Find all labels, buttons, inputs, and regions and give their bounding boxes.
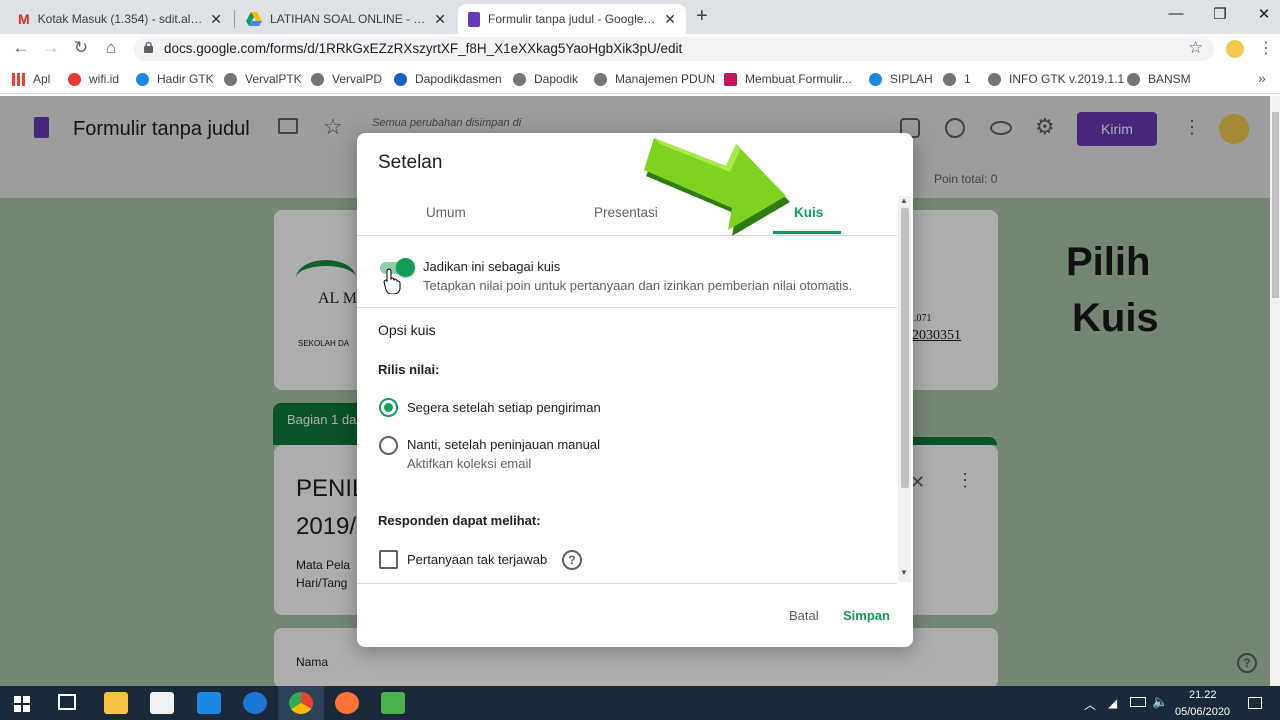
bookmark-pdun[interactable]: Manajemen PDUN [594, 72, 715, 86]
annotation-line-1: Pilih [1066, 240, 1151, 284]
bookmark-dapodikdasmen[interactable]: Dapodikdasmen [394, 72, 502, 86]
tab-drive[interactable]: LATIHAN SOAL ONLINE - Google ✕ [236, 4, 456, 34]
radio-release-manual[interactable] [379, 436, 398, 455]
reload-icon[interactable]: ↻ [70, 38, 92, 58]
help-icon[interactable]: ? [562, 550, 582, 570]
close-icon[interactable]: ✕ [210, 11, 222, 28]
checkbox-missed-label: Pertanyaan tak terjawab [407, 552, 548, 567]
annotation-line-2: Kuis [1072, 296, 1159, 340]
tab-general[interactable]: Umum [426, 205, 466, 220]
mail-icon[interactable] [197, 692, 221, 714]
windows-start-icon[interactable] [14, 696, 30, 712]
clock-date[interactable]: 05/06/2020 [1175, 706, 1230, 718]
bookmark-infogtk[interactable]: INFO GTK v.2019.1.1 [988, 72, 1124, 86]
tab-separator [234, 10, 235, 28]
store-icon[interactable] [150, 692, 174, 714]
quiz-toggle-desc: Tetapkan nilai poin untuk pertanyaan dan… [423, 278, 853, 293]
bookmark-hadir[interactable]: Hadir GTK [136, 72, 214, 86]
quiz-options-heading: Opsi kuis [378, 322, 436, 338]
scroll-up-icon[interactable]: ▲ [900, 196, 908, 205]
bookmark-apps[interactable]: Apl [12, 72, 50, 86]
annotation-arrow-icon [644, 138, 790, 236]
page-scrollbar-thumb[interactable] [1272, 112, 1279, 298]
notification-icon[interactable] [1248, 697, 1262, 709]
quiz-toggle-label: Jadikan ini sebagai kuis [423, 259, 561, 274]
tab-forms[interactable]: Formulir tanpa judul - Google Fo ✕ [458, 4, 686, 34]
network-icon[interactable]: ◢ [1108, 696, 1117, 710]
bookmark-siplah[interactable]: SIPLAH [869, 72, 933, 86]
clock-time[interactable]: 21.22 [1189, 689, 1217, 701]
dapodik-icon [394, 72, 407, 86]
m-logo-icon [724, 72, 737, 86]
globe-icon [943, 72, 956, 86]
file-explorer-icon[interactable] [104, 692, 128, 714]
more-bookmarks-icon[interactable]: » [1258, 70, 1266, 86]
close-icon[interactable]: ✕ [664, 11, 676, 28]
divider [357, 307, 897, 308]
star-icon[interactable]: ☆ [1188, 38, 1203, 58]
gmail-icon: M [18, 11, 30, 27]
forms-icon [468, 11, 480, 27]
release-opt2-label: Nanti, setelah peninjauan manual [407, 437, 600, 452]
hand-icon [136, 72, 149, 86]
cancel-button[interactable]: Batal [789, 608, 819, 623]
minimize-icon[interactable]: — [1166, 5, 1186, 22]
wifi-icon [68, 72, 81, 86]
battery-icon[interactable] [1130, 697, 1146, 707]
globe-icon [513, 72, 526, 86]
radio-dot [384, 403, 393, 412]
drive-icon [246, 12, 262, 26]
forward-icon[interactable]: → [40, 38, 62, 58]
footer-divider [357, 583, 897, 584]
home-icon[interactable]: ⌂ [100, 38, 122, 58]
save-button[interactable]: Simpan [843, 608, 890, 623]
dialog-title: Setelan [378, 152, 443, 173]
bookmark-wifi[interactable]: wifi.id [68, 72, 119, 86]
bookmark-vervalptk[interactable]: VervalPTK [224, 72, 302, 86]
bookmark-1[interactable]: 1 [943, 72, 971, 86]
hand-cursor-icon [383, 268, 401, 294]
address-bar[interactable]: docs.google.com/forms/d/1RRkGxEZzRXszyrt… [134, 37, 1214, 61]
lock-icon [144, 42, 153, 53]
app-icon[interactable] [381, 692, 405, 714]
close-icon[interactable]: ✕ [434, 11, 446, 28]
task-view-icon[interactable] [58, 694, 76, 710]
siplah-icon [869, 72, 882, 86]
bookmark-bansm[interactable]: BANSM [1127, 72, 1191, 86]
menu-icon[interactable]: ⋮ [1258, 38, 1274, 58]
profile-avatar[interactable] [1226, 40, 1244, 58]
bookmark-membuat[interactable]: Membuat Formulir... [724, 72, 852, 86]
edge-icon[interactable] [243, 692, 267, 714]
bookmark-vervalpd[interactable]: VervalPD [311, 72, 382, 86]
tab-title: Kotak Masuk (1.354) - sdit.alman [37, 12, 205, 26]
dialog-scrollbar-thumb[interactable] [901, 208, 909, 488]
apps-grid-icon [12, 72, 25, 86]
volume-icon[interactable]: 🔈 [1152, 694, 1168, 710]
back-icon[interactable]: ← [10, 38, 32, 58]
close-window-icon[interactable]: ✕ [1254, 5, 1274, 23]
new-tab-button[interactable]: + [696, 5, 708, 28]
respondent-heading: Responden dapat melihat: [378, 513, 541, 528]
globe-icon [988, 72, 1001, 86]
restore-icon[interactable]: ❐ [1210, 5, 1230, 23]
globe-icon [224, 72, 237, 86]
globe-icon [311, 72, 324, 86]
tray-chevron-icon[interactable]: ︿ [1084, 696, 1096, 713]
release-opt1-label: Segera setelah setiap pengiriman [407, 400, 601, 415]
globe-icon [594, 72, 607, 86]
chrome-icon[interactable] [289, 692, 313, 714]
release-opt2-sub: Aktifkan koleksi email [407, 456, 532, 471]
url-text: docs.google.com/forms/d/1RRkGxEZzRXszyrt… [164, 41, 683, 56]
tabs-divider [357, 235, 897, 236]
tab-title: LATIHAN SOAL ONLINE - Google [270, 12, 428, 26]
firefox-icon[interactable] [335, 692, 359, 714]
tab-gmail[interactable]: M Kotak Masuk (1.354) - sdit.alman ✕ [8, 4, 232, 34]
scroll-down-icon[interactable]: ▼ [900, 568, 908, 577]
release-heading: Rilis nilai: [378, 362, 440, 377]
bookmark-dapodik[interactable]: Dapodik [513, 72, 578, 86]
checkbox-missed[interactable] [379, 550, 398, 569]
tab-title: Formulir tanpa judul - Google Fo [488, 12, 659, 26]
globe-icon [1127, 72, 1140, 86]
